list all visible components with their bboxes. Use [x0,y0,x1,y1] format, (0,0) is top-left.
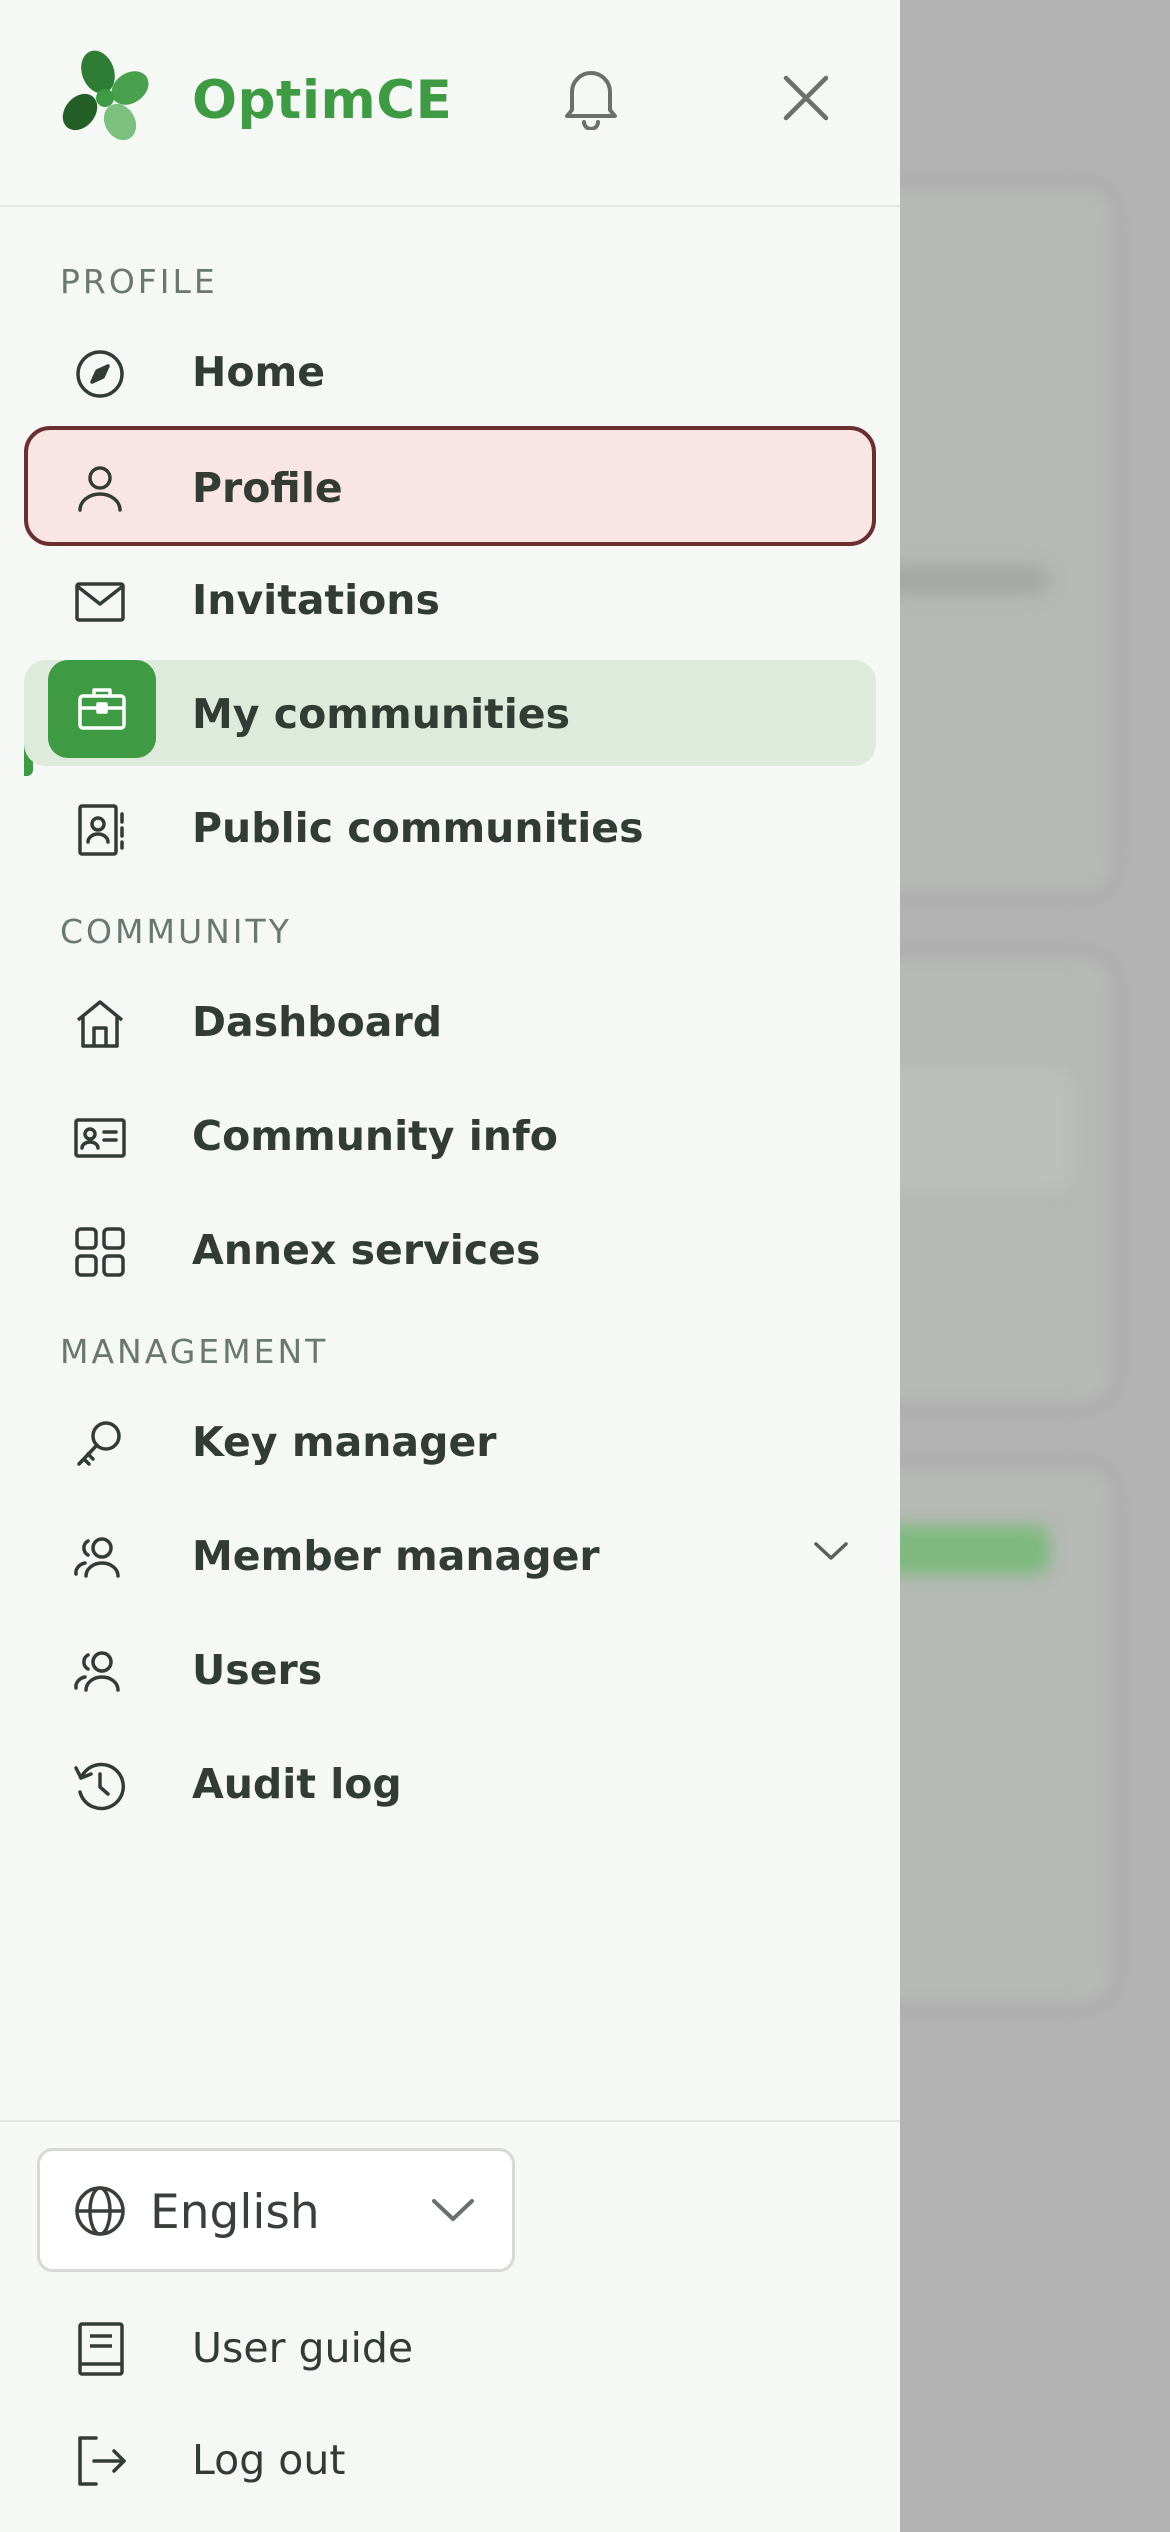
footer-item-label: User guide [192,2324,414,2372]
footer-item-logout[interactable]: Log out [24,2408,876,2512]
nav-item-label: Public communities [192,804,644,852]
clover-logo-icon[interactable] [58,50,154,146]
nav-item-label: Invitations [192,576,440,624]
language-select[interactable]: English [37,2148,515,2272]
background-text [880,565,1050,595]
nav-item-label: Dashboard [192,998,443,1046]
briefcase-icon [78,688,126,730]
nav-item-users[interactable]: Users [24,1618,876,1722]
nav-item-profile[interactable]: Profile [24,426,876,546]
nav-item-key-manager[interactable]: Key manager [24,1390,876,1494]
nav-item-annex-services[interactable]: Annex services [24,1198,876,1302]
compass-icon [76,350,124,398]
nav-item-label: Home [192,348,326,396]
close-icon[interactable] [780,72,832,124]
nav-item-label: My communities [192,690,571,738]
nav-item-label: Users [192,1646,323,1694]
user-icon [78,466,122,512]
nav-item-dashboard[interactable]: Dashboard [24,970,876,1074]
grid-icon [75,1227,125,1277]
nav-item-public-communities[interactable]: Public communities [24,776,876,880]
nav-item-member-manager[interactable]: Member manager [24,1504,876,1608]
contact-book-icon [78,804,124,856]
background-button [880,1525,1050,1575]
nav-item-my-communities[interactable]: My communities [24,660,876,766]
nav-item-label: Community info [192,1112,558,1160]
nav-item-audit-log[interactable]: Audit log [24,1732,876,1836]
nav-item-community-info[interactable]: Community info [24,1084,876,1188]
history-icon [74,1762,125,1811]
users-icon [74,1537,120,1578]
logout-icon [78,2436,126,2486]
nav-item-label: Profile [192,464,343,512]
bell-icon[interactable] [560,64,622,130]
background-field [880,1070,1070,1190]
section-label-profile: PROFILE [60,262,218,301]
nav-item-label: Annex services [192,1226,541,1274]
footer-divider [0,2120,900,2122]
section-label-community: COMMUNITY [60,912,292,951]
nav-item-label: Member manager [192,1532,600,1580]
envelope-icon [75,582,125,622]
chevron-down-icon [432,2199,474,2221]
users-icon [74,1651,120,1692]
id-card-icon [74,1118,126,1158]
language-select-value: English [150,2185,320,2240]
drawer-header: OptimCE [0,0,900,207]
nav-item-label: Key manager [192,1418,497,1466]
globe-icon [75,2186,125,2236]
section-label-management: MANAGEMENT [60,1332,329,1371]
nav-item-invitations[interactable]: Invitations [24,548,876,652]
nav-item-home[interactable]: Home [24,320,876,424]
navigation-drawer: OptimCE PROFILE Home Profile Invitations [0,0,900,2532]
house-icon [76,1000,124,1048]
book-icon [78,2322,124,2376]
footer-item-user-guide[interactable]: User guide [24,2296,876,2400]
chevron-down-icon[interactable] [810,1530,852,1572]
footer-item-label: Log out [192,2436,346,2484]
nav-item-label: Audit log [192,1760,402,1808]
brand-name: OptimCE [192,70,453,131]
key-icon [77,1421,121,1466]
